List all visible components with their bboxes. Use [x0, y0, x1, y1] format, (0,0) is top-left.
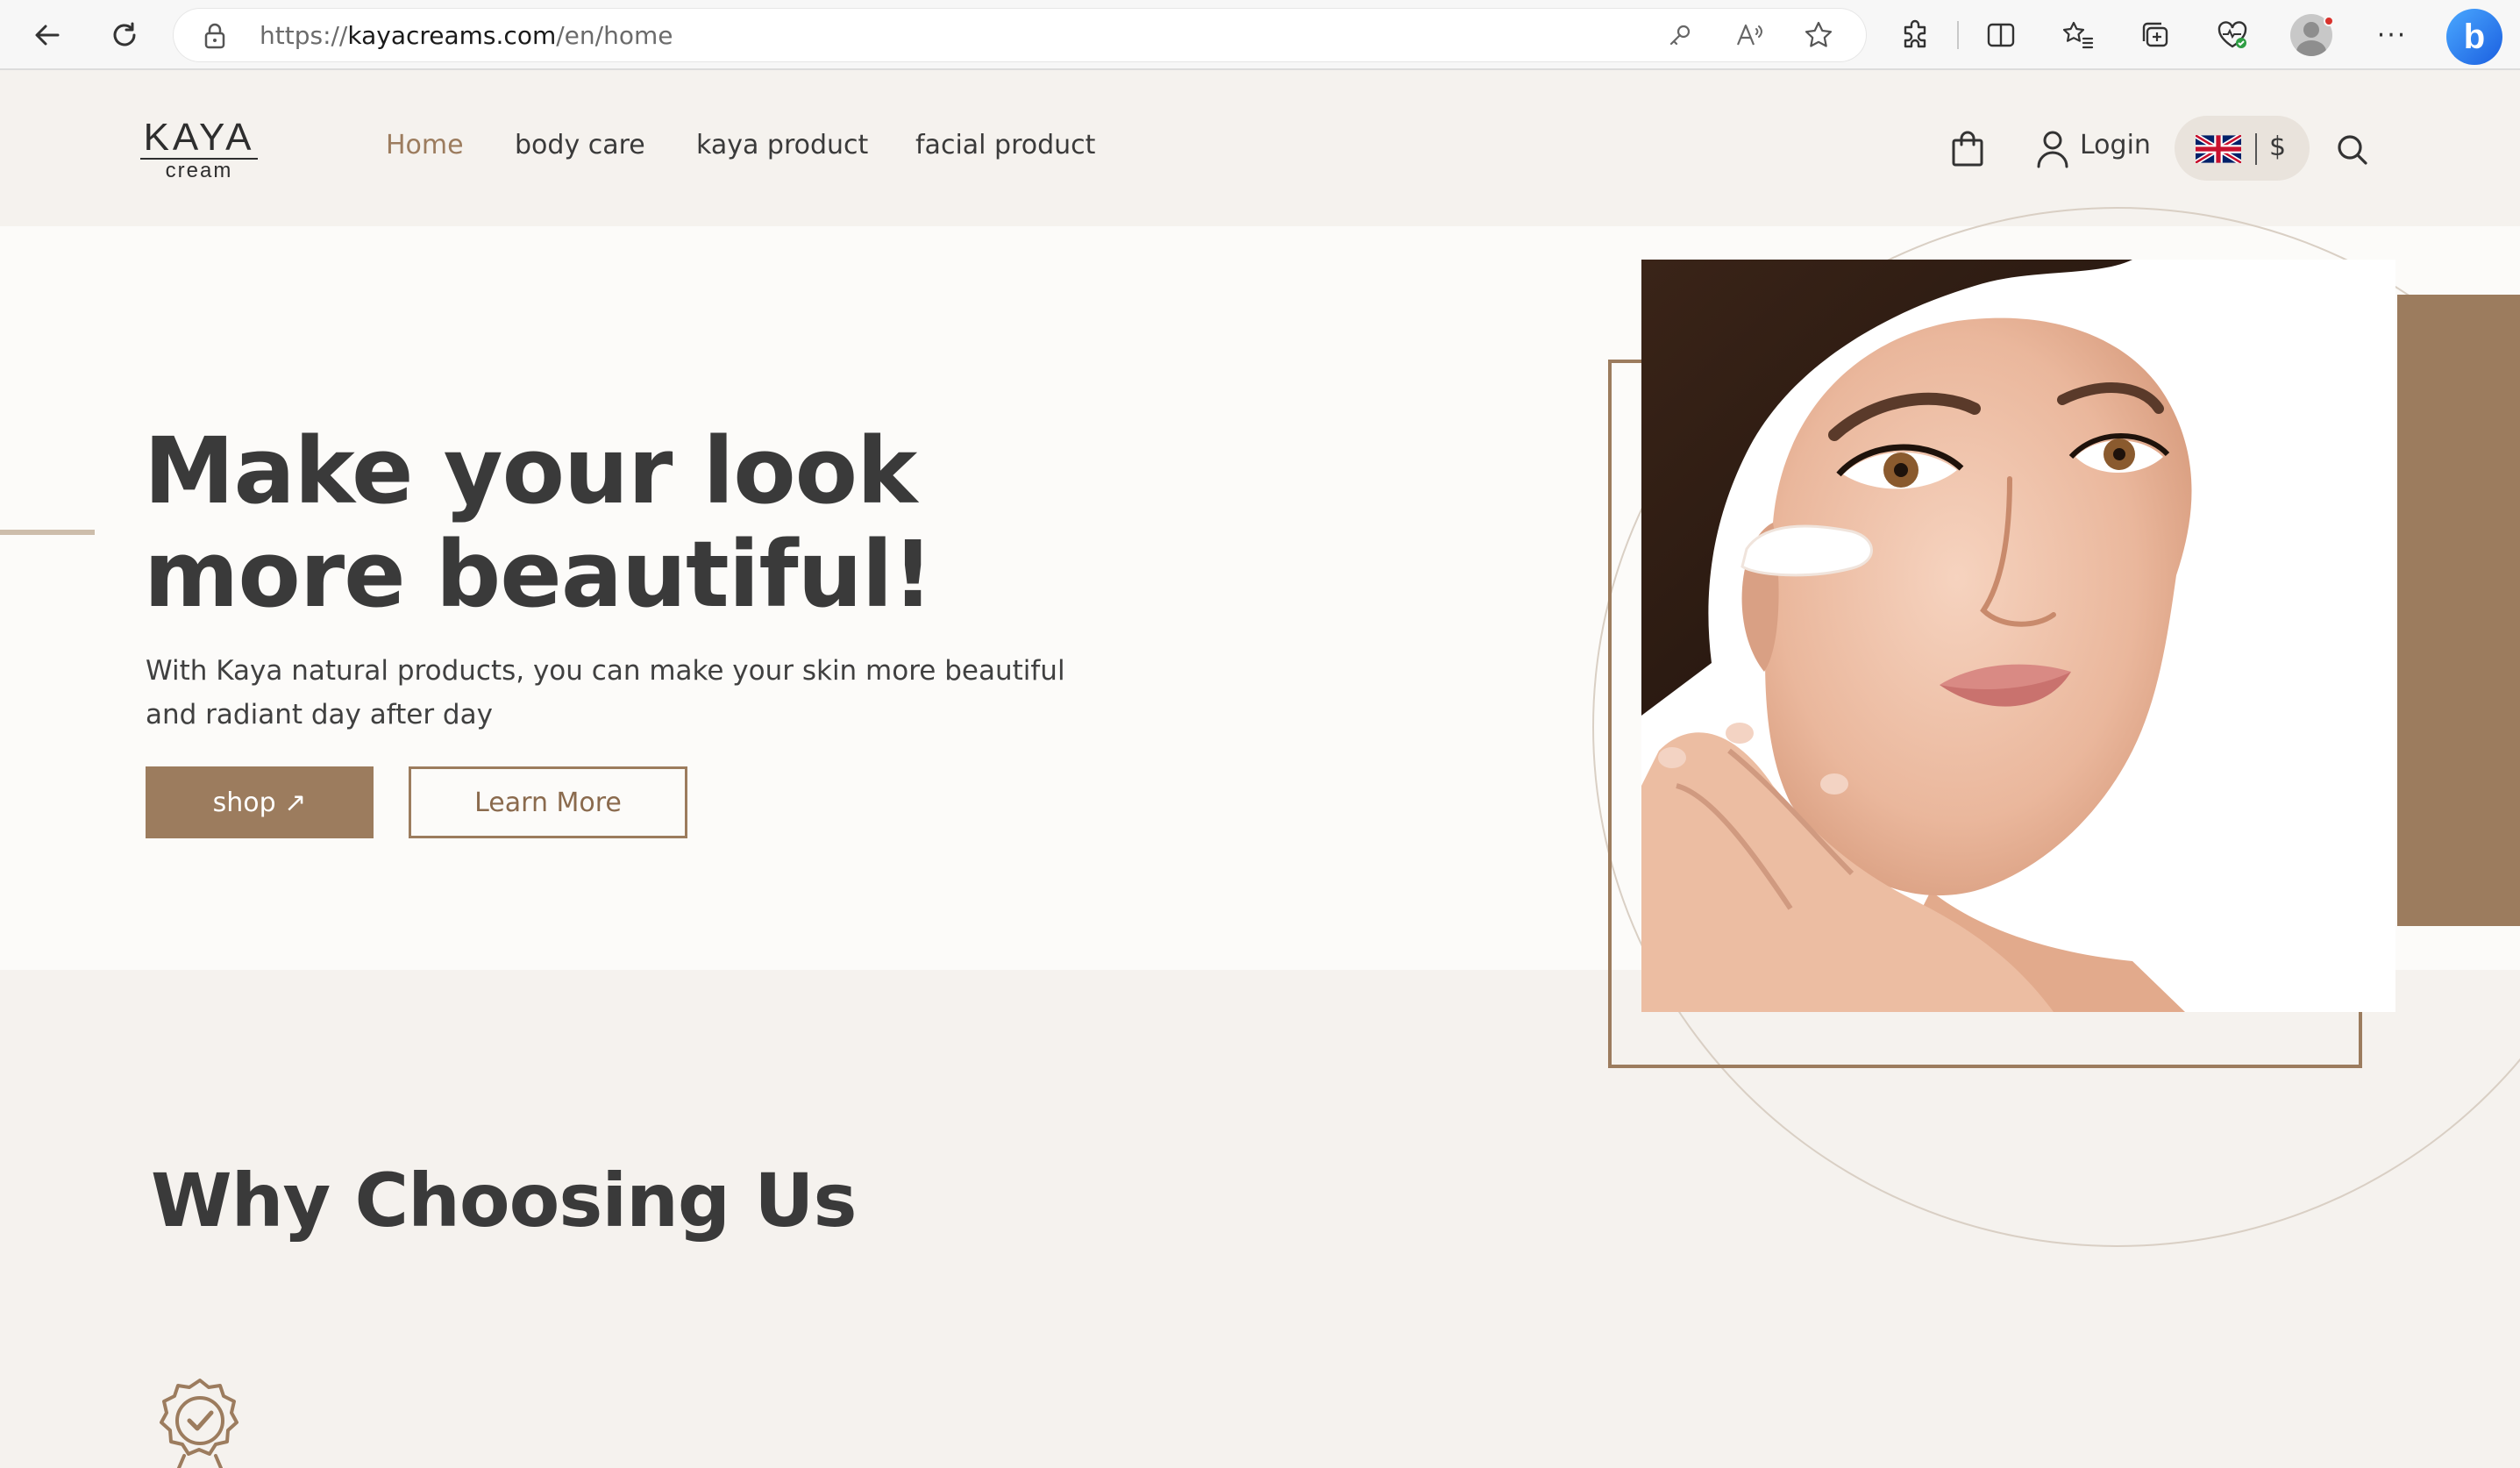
url-domain: kayacreams.com [347, 21, 557, 50]
collections-icon[interactable] [2136, 16, 2175, 54]
url-path: /en/home [556, 21, 673, 50]
address-bar[interactable]: https://kayacreams.com/en/home [174, 9, 1866, 61]
avatar-head [2303, 22, 2319, 38]
quality-badge-icon [154, 1375, 246, 1468]
shop-button[interactable]: shop ↗ [146, 766, 374, 838]
uk-flag-icon [2196, 135, 2241, 163]
favorites-icon[interactable] [2059, 16, 2097, 54]
lock-icon[interactable] [203, 23, 226, 53]
hero-title: Make your look more beautiful! [144, 417, 934, 628]
login-link[interactable]: Login [2080, 130, 2151, 160]
hero-face-photo [1641, 260, 2395, 1012]
browser-toolbar: https://kayacreams.com/en/home ··· b [0, 0, 2520, 70]
url-text[interactable]: https://kayacreams.com/en/home [260, 21, 673, 50]
more-icon[interactable]: ··· [2373, 16, 2411, 54]
browser-essentials-icon[interactable] [2213, 16, 2252, 54]
cart-bag-icon[interactable] [1948, 128, 1987, 170]
learn-more-button[interactable]: Learn More [409, 766, 687, 838]
url-prefix: https:// [260, 21, 348, 50]
search-icon[interactable] [2334, 132, 2371, 168]
extensions-icon[interactable] [1896, 16, 1934, 54]
language-currency-switcher[interactable]: $ [2175, 116, 2310, 181]
decorative-side-block [2397, 295, 2520, 926]
hero-title-line-1: Make your look [144, 417, 917, 524]
nav-home[interactable]: Home [386, 130, 464, 160]
nav-facial-product[interactable]: facial product [915, 130, 1095, 160]
currency-label: $ [2269, 132, 2287, 162]
site-logo[interactable]: KAYA cream [133, 116, 265, 182]
hero-title-line-2: more beautiful! [144, 521, 934, 628]
notification-dot [2324, 16, 2334, 26]
nav-kaya-product[interactable]: kaya product [696, 130, 868, 160]
favorite-star-icon[interactable] [1803, 19, 1834, 51]
hero-accent-line [0, 530, 95, 535]
avatar-body [2296, 40, 2326, 56]
switcher-divider [2255, 133, 2257, 165]
user-icon[interactable] [2034, 128, 2071, 170]
bing-icon[interactable]: b [2446, 9, 2502, 65]
logo-wordmark: KAYA [143, 116, 255, 159]
key-icon[interactable] [1664, 19, 1696, 51]
logo-subtitle: cream [165, 159, 233, 182]
why-choosing-us-heading: Why Choosing Us [151, 1158, 857, 1244]
split-screen-icon[interactable] [1982, 16, 2020, 54]
refresh-icon[interactable] [103, 14, 146, 56]
read-aloud-icon[interactable] [1734, 19, 1766, 51]
back-icon[interactable] [26, 14, 68, 56]
nav-body-care[interactable]: body care [515, 130, 645, 160]
toolbar-divider [1957, 21, 1959, 49]
hero-subtitle: With Kaya natural products, you can make… [146, 655, 1065, 730]
